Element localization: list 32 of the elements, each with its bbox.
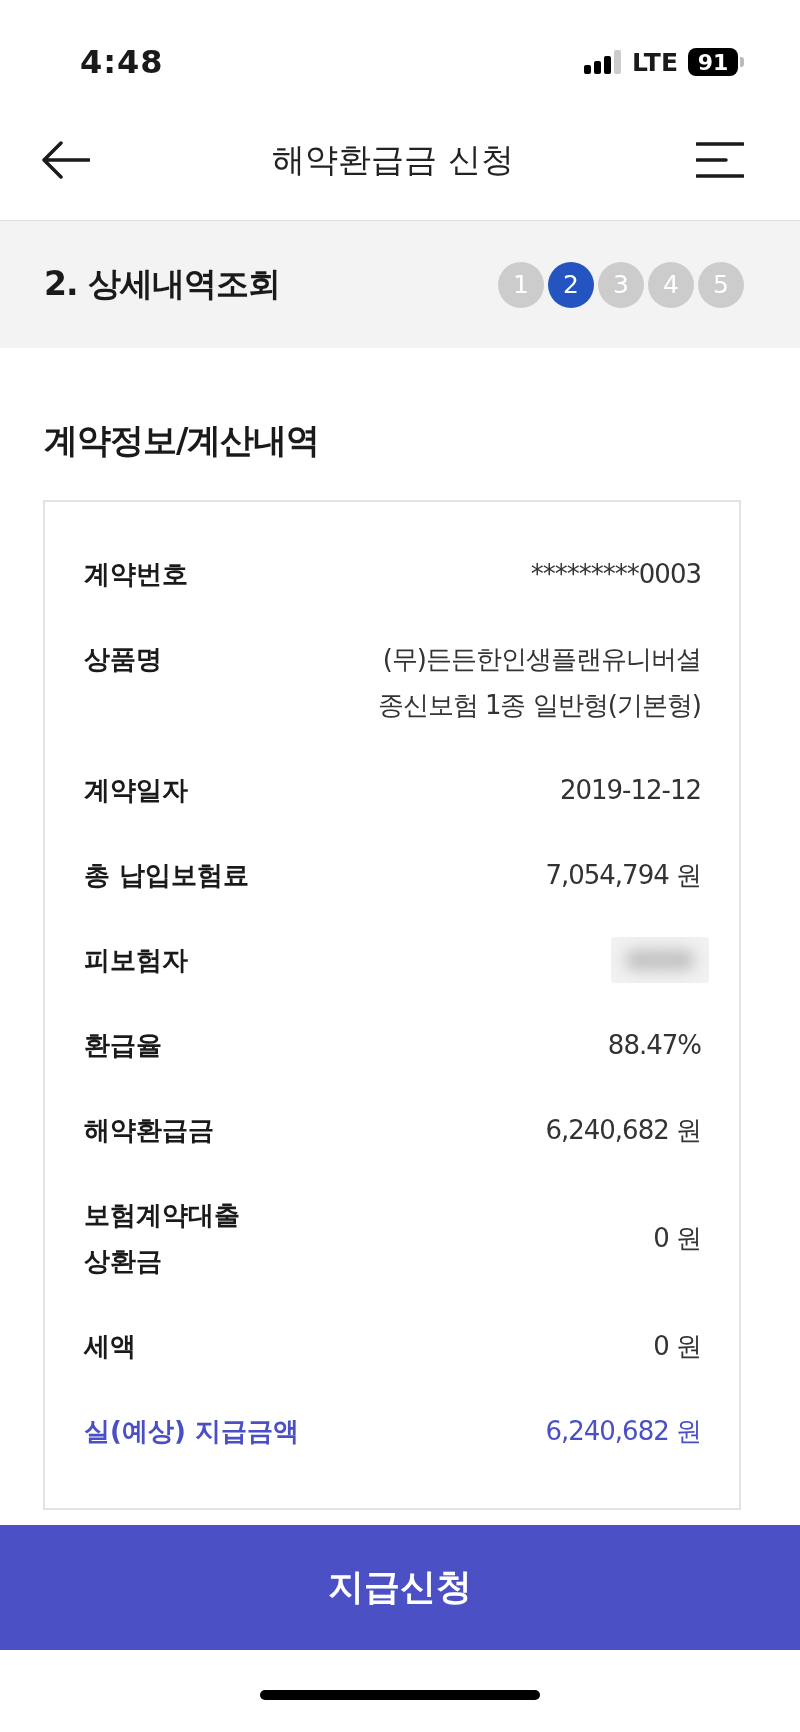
- row-label: 총 납입보험료: [84, 859, 250, 892]
- row-label: 피보험자: [84, 944, 188, 977]
- row-value: 6,240,682 원: [545, 1415, 701, 1448]
- row-label: 보험계약대출 상환금: [84, 1199, 240, 1278]
- row-value: *********0003: [530, 558, 701, 591]
- menu-button[interactable]: [696, 142, 744, 178]
- status-time: 4:48: [80, 43, 164, 81]
- row-label: 계약번호: [84, 558, 188, 591]
- row-value: 7,054,794 원: [545, 859, 701, 892]
- row-value: 0 원: [653, 1330, 701, 1363]
- row-label: 실(예상) 지급금액: [84, 1415, 299, 1448]
- menu-icon: [696, 142, 744, 178]
- row-label: 세액: [84, 1330, 136, 1363]
- row-value: 2019-12-12: [559, 774, 701, 807]
- row-value: 0 원: [653, 1222, 701, 1255]
- back-button[interactable]: [42, 141, 90, 179]
- battery-indicator: 91: [688, 48, 744, 76]
- step-indicator: 2: [548, 261, 594, 308]
- row-label: 계약일자: [84, 774, 188, 807]
- section-title: 계약정보/계산내역: [44, 419, 321, 462]
- back-arrow-icon: [42, 141, 90, 179]
- row-label: 환급율: [84, 1029, 162, 1062]
- row-value: (무)든든한인생플랜유니버셜 종신보험 1종 일반형(기본형): [377, 643, 701, 722]
- step-title: 2. 상세내역조회: [44, 263, 280, 305]
- row-label: 해약환급금: [84, 1114, 214, 1147]
- row-value: 6,240,682 원: [545, 1114, 701, 1147]
- row-label: 상품명: [84, 643, 162, 676]
- network-label: LTE: [632, 47, 678, 77]
- page-title: 해약환급금 신청: [272, 138, 514, 181]
- row-value: 88.47%: [607, 1029, 701, 1062]
- submit-button[interactable]: 지급신청: [0, 1525, 800, 1650]
- signal-icon: [584, 50, 623, 74]
